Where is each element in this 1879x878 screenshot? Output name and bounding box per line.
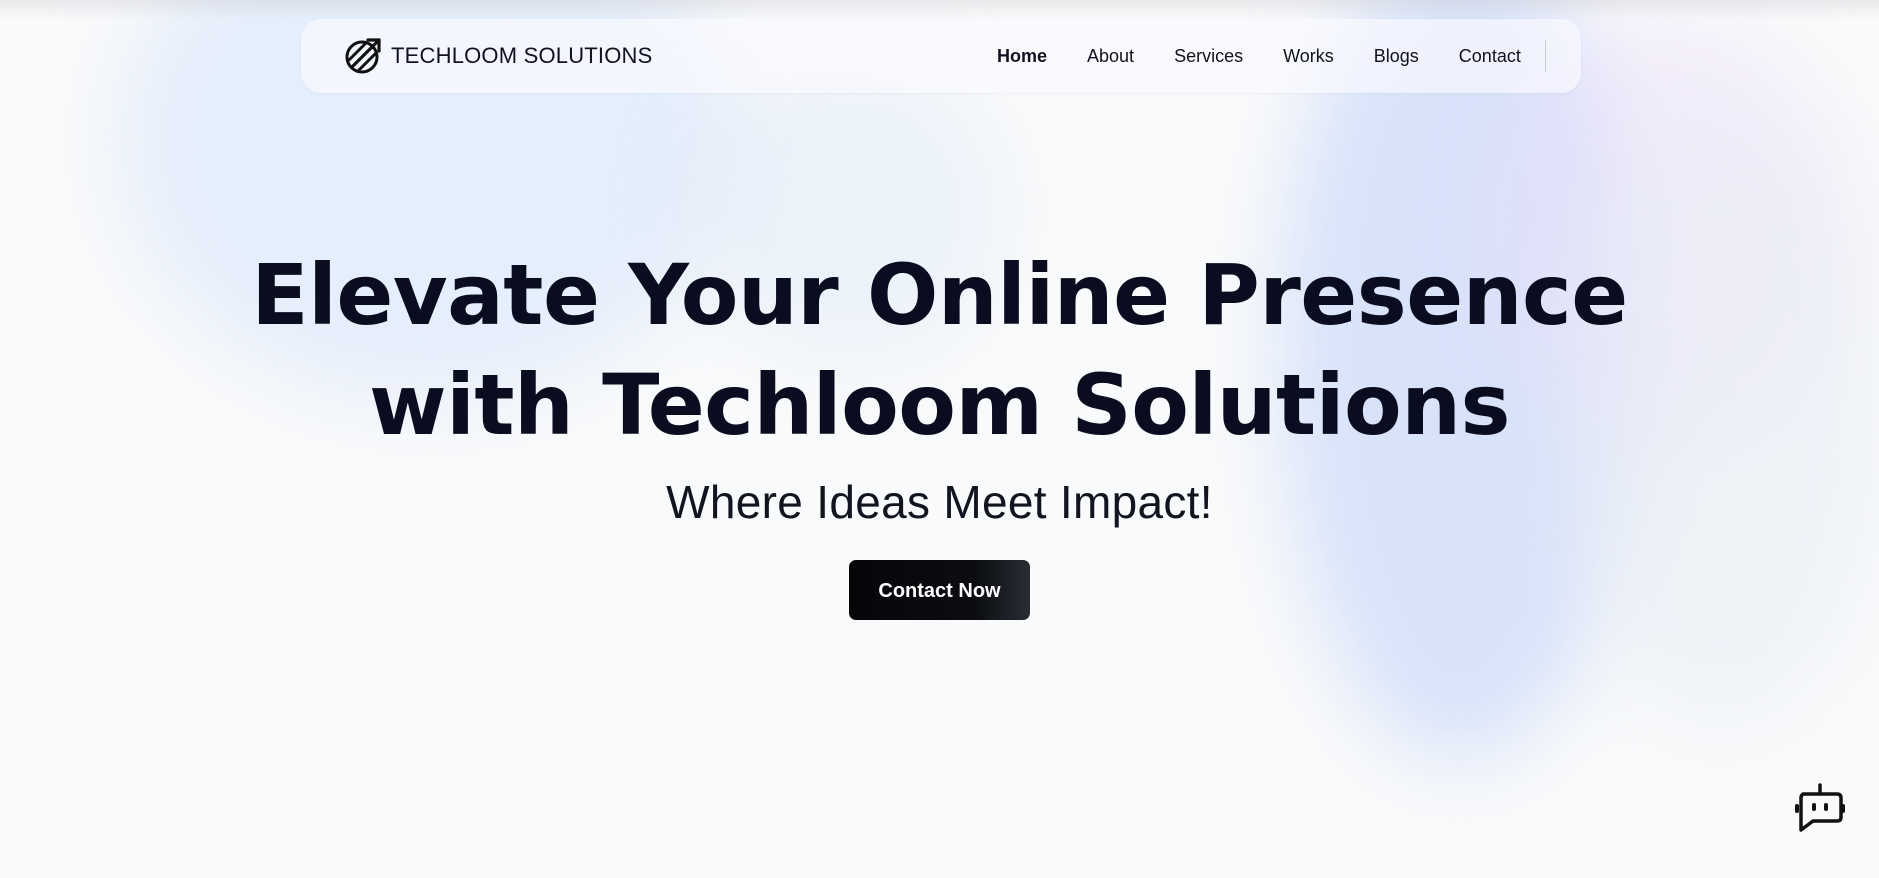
page: TECHLOOM SOLUTIONS Home About Services W… — [0, 0, 1879, 878]
nav-item-home[interactable]: Home — [997, 46, 1047, 67]
contact-now-button[interactable]: Contact Now — [849, 560, 1030, 620]
chatbot-button[interactable] — [1793, 781, 1847, 835]
logo-icon — [345, 37, 382, 74]
chatbot-icon — [1793, 783, 1847, 839]
nav-item-contact[interactable]: Contact — [1459, 46, 1521, 67]
hero-title-line-2: with Techloom Solutions — [368, 356, 1511, 454]
nav-item-services[interactable]: Services — [1174, 46, 1243, 67]
navbar: TECHLOOM SOLUTIONS Home About Services W… — [301, 19, 1581, 93]
nav-item-blogs[interactable]: Blogs — [1374, 46, 1419, 67]
hero-title: Elevate Your Online Presence with Techlo… — [0, 240, 1879, 460]
brand[interactable]: TECHLOOM SOLUTIONS — [345, 37, 653, 74]
nav-item-works[interactable]: Works — [1283, 46, 1334, 67]
nav-divider — [1544, 40, 1546, 72]
nav-links: Home About Services Works Blogs Contact — [997, 19, 1546, 93]
hero-subtitle: Where Ideas Meet Impact! — [666, 476, 1213, 528]
hero-title-line-1: Elevate Your Online Presence — [251, 246, 1628, 344]
brand-name: TECHLOOM SOLUTIONS — [391, 42, 653, 68]
hero: Elevate Your Online Presence with Techlo… — [0, 240, 1879, 620]
nav-item-about[interactable]: About — [1087, 46, 1134, 67]
